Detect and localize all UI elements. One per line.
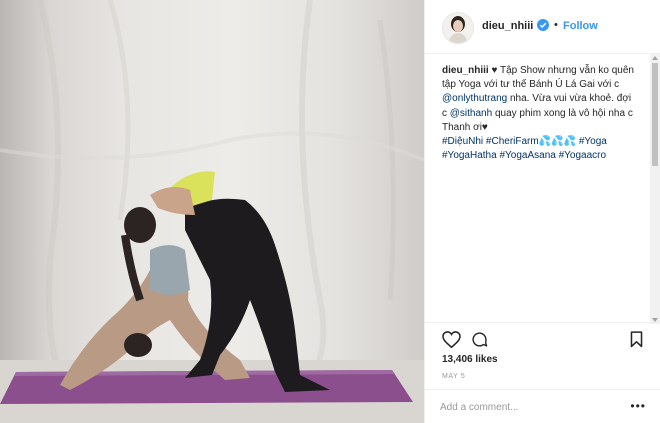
verified-badge-icon (537, 19, 549, 31)
header-separator: • (554, 19, 558, 31)
comment-bubble-icon[interactable] (471, 331, 488, 348)
like-count[interactable]: 13,406 likes (442, 354, 498, 365)
add-comment-bar: ••• (425, 389, 660, 423)
caption-username[interactable]: dieu_nhiii (442, 65, 489, 76)
header-username[interactable]: dieu_nhiii (482, 20, 533, 32)
yoga-photo-illustration (0, 0, 424, 423)
post-photo[interactable] (0, 0, 424, 423)
avatar-photo (443, 13, 473, 43)
heart-icon[interactable] (442, 331, 461, 348)
more-options-icon[interactable]: ••• (630, 400, 646, 412)
caption-mention[interactable]: @sithanh (450, 108, 492, 119)
follow-button[interactable]: Follow (563, 20, 598, 32)
scrollbar-thumb[interactable] (652, 63, 658, 166)
bookmark-icon[interactable] (630, 331, 643, 348)
post-header: dieu_nhiii • Follow (425, 0, 660, 54)
avatar[interactable] (442, 12, 474, 44)
post-caption: dieu_nhiii ♥ Tập Show nhưng vẫn ko quên … (442, 64, 638, 163)
add-comment-input[interactable] (440, 398, 620, 416)
post-details-panel: dieu_nhiii • Follow dieu_nhiii ♥ Tập Sho… (424, 0, 660, 423)
caption-mention[interactable]: @onlythutrang (442, 93, 507, 104)
post-date[interactable]: MAY 5 (442, 373, 465, 380)
caption-hashtags[interactable]: #YogaHatha #YogaAsana #Yogaacro (442, 150, 606, 161)
scroll-up-arrow-icon[interactable] (652, 56, 658, 60)
comments-scrollbar[interactable] (650, 54, 660, 324)
caption-hashtags[interactable]: #DiệuNhi #CheriFarm💦💦💦 #Yoga (442, 136, 607, 147)
